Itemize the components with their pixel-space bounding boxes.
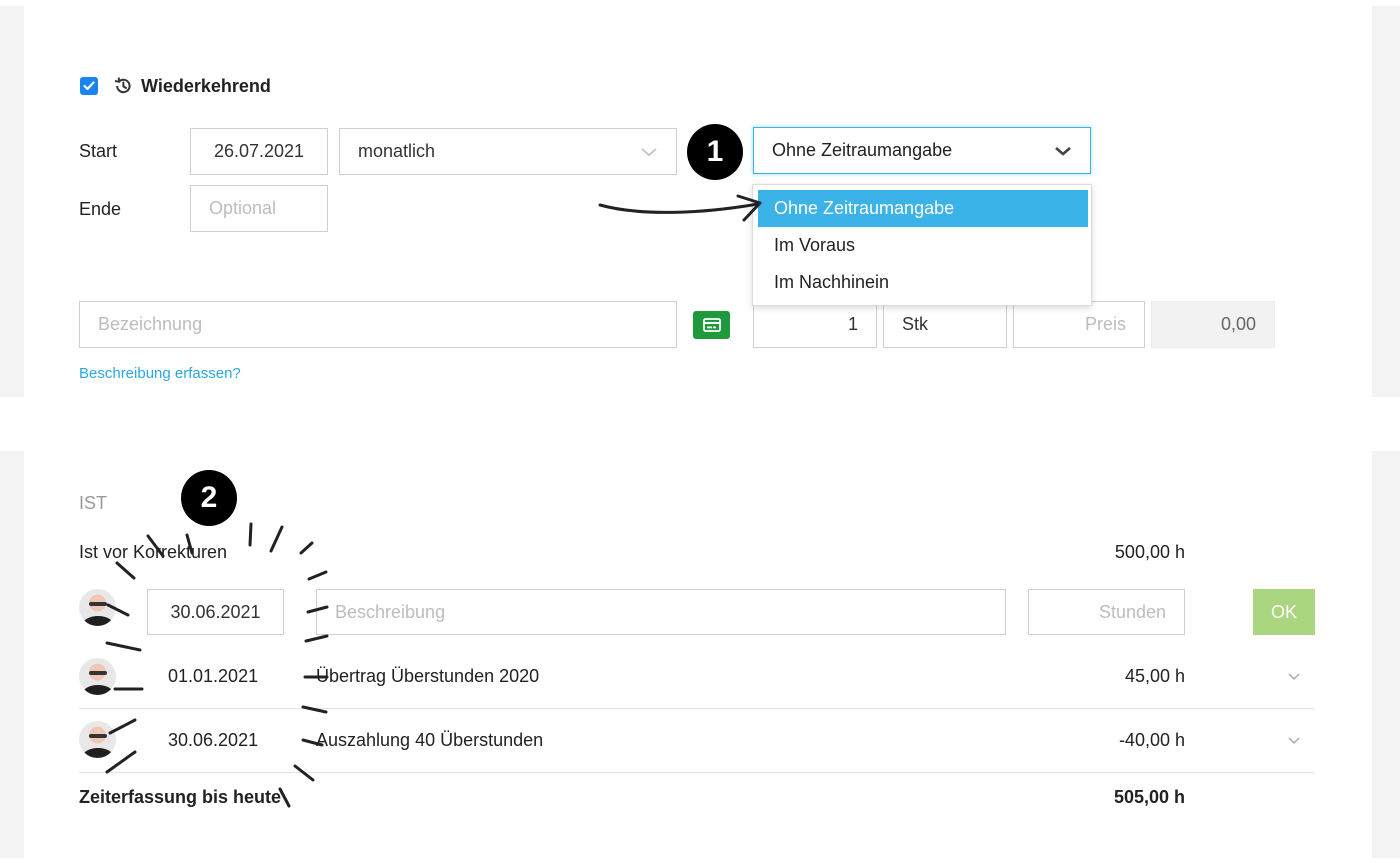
unit-value: Stk — [902, 314, 929, 334]
right-gutter-bottom — [1372, 451, 1400, 858]
chevron-down-icon — [641, 147, 657, 156]
avatar — [79, 658, 116, 695]
before-corrections-value: 500,00 h — [1114, 542, 1185, 562]
quantity-value: 1 — [847, 314, 858, 334]
period-select-value: Ohne Zeitraumangabe — [772, 140, 953, 160]
period-dropdown-menu: Ohne Zeitraumangabe Im Voraus Im Nachhin… — [752, 184, 1092, 306]
new-entry-description-placeholder: Beschreibung — [335, 601, 446, 622]
credit-card-icon — [702, 318, 721, 332]
total-hours: 505,00 h — [1113, 787, 1185, 807]
annotation-arrow — [598, 202, 760, 214]
row-divider — [79, 772, 1315, 773]
start-date-value: 26.07.2021 — [213, 141, 305, 161]
recurring-checkbox[interactable] — [80, 77, 98, 95]
item-name-input[interactable]: Bezeichnung — [79, 301, 677, 348]
entry-hours: 45,00 h — [1124, 666, 1185, 686]
recurring-label: Wiederkehrend — [141, 76, 271, 96]
add-description-link[interactable]: Beschreibung erfassen? — [79, 365, 241, 382]
card-button[interactable] — [693, 311, 730, 339]
annotation-burst — [105, 522, 329, 808]
new-entry-description-input[interactable]: Beschreibung — [316, 589, 1006, 635]
total-value: 0,00 — [1220, 314, 1256, 334]
end-date-input[interactable]: Optional — [190, 185, 328, 232]
period-option-im-nachhinein[interactable]: Im Nachhinein — [758, 264, 1088, 301]
period-option-ohne-zeitraumangabe[interactable]: Ohne Zeitraumangabe — [758, 190, 1088, 227]
left-gutter-top — [0, 6, 24, 397]
entry-description: Übertrag Überstunden 2020 — [316, 666, 540, 686]
entry-hours: -40,00 h — [1118, 730, 1185, 750]
quantity-input[interactable]: 1 — [753, 301, 877, 348]
annotation-badge-2: 2 — [181, 470, 237, 526]
new-entry-date-input[interactable]: 30.06.2021 — [147, 589, 284, 635]
new-entry-date-value: 30.06.2021 — [170, 601, 261, 622]
start-date-input[interactable]: 26.07.2021 — [190, 128, 328, 175]
interval-select[interactable]: monatlich — [339, 128, 677, 175]
item-name-placeholder: Bezeichnung — [98, 314, 203, 334]
right-gutter-top — [1372, 6, 1400, 397]
entry-date: 01.01.2021 — [168, 666, 259, 686]
total-label: Zeiterfassung bis heute — [79, 787, 282, 807]
entry-date: 30.06.2021 — [168, 730, 259, 750]
price-input[interactable]: Preis — [1013, 301, 1145, 348]
check-icon — [83, 81, 95, 91]
ok-button[interactable]: OK — [1253, 589, 1315, 635]
total-field: 0,00 — [1151, 301, 1275, 348]
before-corrections-label: Ist vor Korrekturen — [79, 542, 228, 562]
start-label: Start — [79, 141, 118, 161]
ist-section-title: IST — [79, 493, 108, 513]
end-date-placeholder: Optional — [209, 198, 277, 218]
history-icon — [113, 76, 133, 96]
period-option-im-voraus[interactable]: Im Voraus — [758, 227, 1088, 264]
annotation-badge-1: 1 — [687, 124, 743, 180]
new-entry-hours-placeholder: Stunden — [1098, 601, 1166, 622]
period-select[interactable]: Ohne Zeitraumangabe — [753, 127, 1091, 174]
new-entry-hours-input[interactable]: Stunden — [1028, 589, 1185, 635]
interval-value: monatlich — [358, 141, 436, 161]
price-placeholder: Preis — [1084, 314, 1126, 334]
chevron-down-icon[interactable] — [1287, 736, 1301, 746]
unit-input[interactable]: Stk — [883, 301, 1007, 348]
end-label: Ende — [79, 199, 122, 219]
avatar — [79, 721, 116, 758]
row-divider — [79, 708, 1315, 709]
avatar — [79, 589, 116, 626]
chevron-down-icon — [1055, 146, 1071, 156]
chevron-down-icon[interactable] — [1287, 672, 1301, 682]
entry-description: Auszahlung 40 Überstunden — [316, 730, 544, 750]
left-gutter-bottom — [0, 451, 24, 858]
